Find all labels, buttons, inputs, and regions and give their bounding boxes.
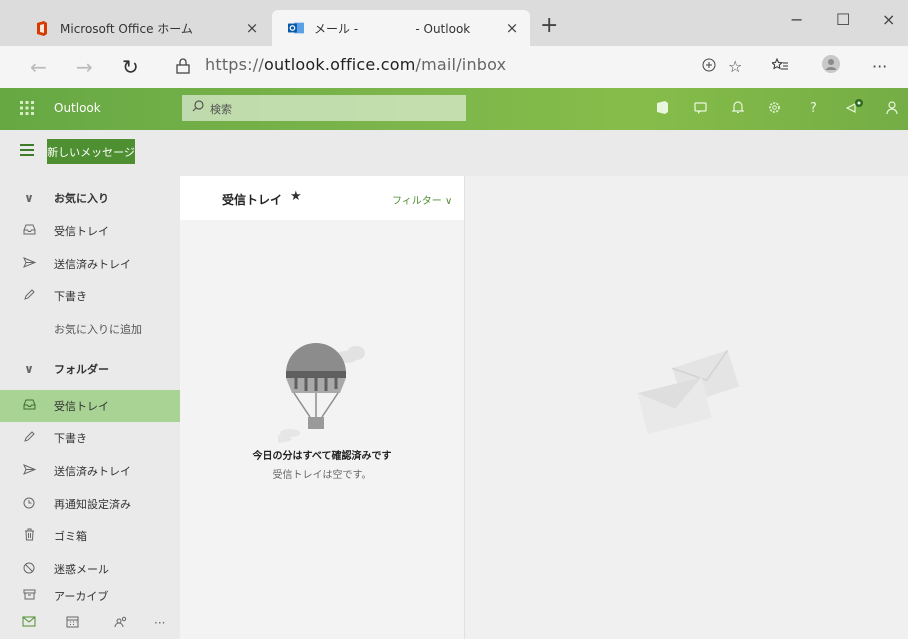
browser-tab-office-home[interactable]: Microsoft Office ホーム × xyxy=(18,10,270,46)
app-launcher-icon[interactable] xyxy=(20,101,34,115)
chevron-down-icon: ∨ xyxy=(445,196,453,207)
favorites-header-label: お気に入り xyxy=(54,192,109,205)
tab-close-icon[interactable]: × xyxy=(502,19,522,37)
folder-item-label: ゴミ箱 xyxy=(54,530,87,543)
reading-pane xyxy=(465,176,908,639)
search-box[interactable]: 検索 xyxy=(182,95,466,121)
command-bar: 新しいメッセージ xyxy=(0,130,908,176)
trash-icon xyxy=(20,528,38,544)
more-icon[interactable]: ··· xyxy=(872,57,887,76)
favorite-item-label: 下書き xyxy=(54,290,87,303)
search-icon xyxy=(192,100,204,115)
tab-close-icon[interactable]: × xyxy=(242,19,262,37)
inbox-icon xyxy=(20,224,38,238)
favorite-item-label: 送信済みトレイ xyxy=(54,258,131,271)
empty-inbox-subtitle: 受信トレイは空です。 xyxy=(272,470,372,481)
empty-inbox-title: 今日の分はすべて確認済みです xyxy=(252,451,392,462)
folder-item-sent[interactable]: 送信済みトレイ xyxy=(0,455,180,487)
folder-item-drafts[interactable]: 下書き xyxy=(0,422,180,454)
favorites-icon[interactable] xyxy=(770,57,788,76)
new-tab-button[interactable]: + xyxy=(540,14,558,38)
favorite-star-icon[interactable]: ★ xyxy=(290,189,302,204)
favorite-item-inbox[interactable]: 受信トレイ xyxy=(0,215,180,247)
filter-dropdown[interactable]: フィルター ∨ xyxy=(392,192,452,207)
url-scheme: https:// xyxy=(205,55,264,74)
browser-navigation-bar: ← → ↻ https://outlook.office.com/mail/in… xyxy=(0,46,908,88)
forward-icon[interactable]: → xyxy=(76,55,93,79)
block-icon xyxy=(20,562,38,577)
pencil-icon xyxy=(20,288,38,304)
envelope-illustration xyxy=(637,348,747,441)
folder-item-label: アーカイブ xyxy=(54,590,109,603)
menu-icon[interactable] xyxy=(20,144,34,159)
app-brand[interactable]: Outlook xyxy=(54,101,101,115)
browser-tab-strip: Microsoft Office ホーム × メール - - Outlook ×… xyxy=(0,0,908,46)
message-list-pane: 受信トレイ ★ フィルター ∨ 今日の分はすべて確認済みです 受信トレイは空です… xyxy=(180,176,465,639)
bell-icon[interactable] xyxy=(731,101,745,118)
calendar-icon[interactable] xyxy=(66,616,79,631)
inbox-icon xyxy=(20,399,38,413)
browser-tab-outlook[interactable]: メール - - Outlook × xyxy=(272,10,530,46)
star-icon[interactable]: ☆ xyxy=(728,57,742,76)
search-placeholder: 検索 xyxy=(210,103,232,116)
url-host: outlook.office.com xyxy=(263,55,416,74)
url-path: /mail/inbox xyxy=(415,55,507,74)
minimize-icon[interactable]: − xyxy=(790,10,803,29)
tab-title: Microsoft Office ホーム xyxy=(60,21,193,36)
hot-air-balloon-illustration xyxy=(248,333,378,446)
folder-item-junk[interactable]: 迷惑メール xyxy=(0,553,180,585)
filter-label: フィルター xyxy=(392,196,442,207)
person-icon[interactable] xyxy=(886,101,898,118)
folder-item-label: 再通知設定済み xyxy=(54,498,131,511)
favorite-item-drafts[interactable]: 下書き xyxy=(0,280,180,312)
folder-navigation: ∨ お気に入り 受信トレイ 送信済みトレイ 下書き お気に入りに追加 ∨ フォル… xyxy=(0,176,180,639)
skype-icon[interactable] xyxy=(694,101,707,118)
folder-item-snoozed[interactable]: 再通知設定済み xyxy=(0,488,180,520)
window-close-icon[interactable]: × xyxy=(882,10,895,29)
outlook-logo-icon xyxy=(288,20,304,36)
refresh-icon[interactable]: ↻ xyxy=(122,55,139,79)
send-icon xyxy=(20,257,38,271)
folder-title: 受信トレイ xyxy=(222,193,283,207)
favorite-item-sent[interactable]: 送信済みトレイ xyxy=(0,248,180,280)
favorite-item-label: 受信トレイ xyxy=(54,225,109,238)
clock-icon xyxy=(20,497,38,512)
profile-icon[interactable] xyxy=(822,55,840,77)
folder-item-label: 下書き xyxy=(54,432,87,445)
megaphone-icon[interactable] xyxy=(845,98,864,118)
help-icon[interactable]: ? xyxy=(810,101,817,116)
folder-item-archive[interactable]: アーカイブ xyxy=(0,582,180,610)
chevron-down-icon: ∨ xyxy=(24,191,34,205)
folder-item-label: 受信トレイ xyxy=(54,400,109,413)
office-logo-icon xyxy=(34,20,50,36)
folders-header-label: フォルダー xyxy=(54,363,109,376)
folder-item-label: 送信済みトレイ xyxy=(54,465,131,478)
office-icon[interactable] xyxy=(656,101,669,118)
people-icon[interactable] xyxy=(114,616,128,631)
more-icon[interactable]: ··· xyxy=(154,616,165,630)
pencil-icon xyxy=(20,430,38,446)
add-to-favorites-link[interactable]: お気に入りに追加 xyxy=(0,313,180,345)
mail-icon[interactable] xyxy=(22,616,36,630)
folder-item-deleted[interactable]: ゴミ箱 xyxy=(0,520,180,552)
folders-header[interactable]: ∨ フォルダー xyxy=(0,353,180,385)
add-to-favorites-label: お気に入りに追加 xyxy=(54,323,142,336)
tab-title: メール - - Outlook xyxy=(314,21,471,36)
add-favorite-icon[interactable] xyxy=(702,57,716,76)
address-bar[interactable]: https://outlook.office.com/mail/inbox xyxy=(205,55,506,74)
archive-icon xyxy=(20,589,38,603)
gear-icon[interactable] xyxy=(768,101,781,118)
maximize-icon[interactable]: ☐ xyxy=(836,10,850,29)
favorites-header[interactable]: ∨ お気に入り xyxy=(0,182,180,214)
back-icon[interactable]: ← xyxy=(30,55,47,79)
module-switcher: ··· xyxy=(0,610,180,639)
new-message-button[interactable]: 新しいメッセージ xyxy=(47,139,135,164)
folder-item-label: 迷惑メール xyxy=(54,563,109,576)
folder-item-inbox[interactable]: 受信トレイ xyxy=(0,390,180,422)
message-list-header: 受信トレイ ★ フィルター ∨ xyxy=(180,176,464,220)
send-icon xyxy=(20,464,38,478)
outlook-header-bar: Outlook 検索 ? xyxy=(0,88,908,130)
chevron-down-icon: ∨ xyxy=(24,362,34,376)
lock-icon xyxy=(176,58,190,77)
